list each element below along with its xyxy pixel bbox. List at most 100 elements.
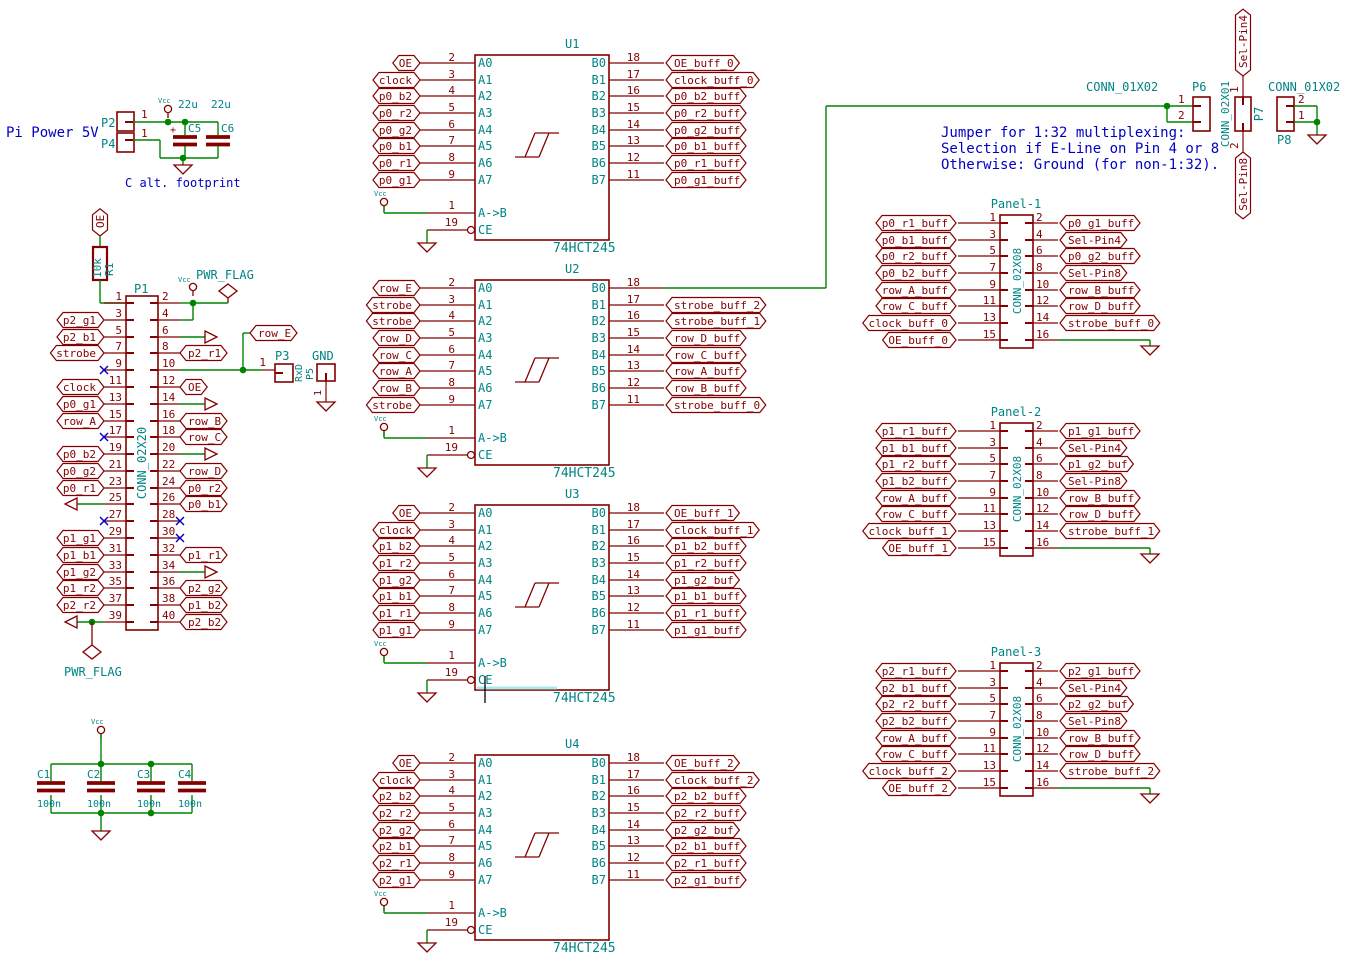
c5-ref: C5 [188, 122, 201, 135]
gnd-symbol [317, 402, 335, 411]
p3-value: RxD [294, 364, 305, 382]
pin-number: 11 [983, 742, 996, 755]
panel-right-label-text: p2_g2_buf [1068, 698, 1128, 711]
pin-name: A4 [478, 823, 492, 837]
pin-name: B4 [592, 823, 606, 837]
pin-number: 2 [1036, 419, 1043, 432]
note-pi-power: Pi Power 5V [6, 125, 99, 141]
panel-right-label-text: row_B_buff [1068, 284, 1134, 297]
pin-number: 14 [627, 818, 641, 831]
c6-ref: C6 [221, 122, 234, 135]
connector-p6[interactable] [1193, 97, 1210, 131]
c5-plus: + [170, 125, 176, 136]
pin-name: CE [478, 448, 492, 462]
pin-number: 11 [627, 868, 640, 881]
pin-number: 7 [989, 709, 996, 722]
ic-right-label-text: row_B_buff [674, 382, 740, 395]
pin-number: 1 [989, 211, 996, 224]
pin-name: A0 [478, 56, 492, 70]
vcc-text: Vcc [91, 718, 104, 726]
p3-ref: P3 [275, 349, 289, 363]
pin-number: 15 [627, 101, 640, 114]
pin-name: A3 [478, 806, 492, 820]
cap-ref: C2 [87, 768, 100, 781]
p1-pin-number: 34 [162, 559, 176, 572]
pin-number: 10 [1036, 486, 1049, 499]
p8-ref: P8 [1277, 133, 1291, 147]
panel-value: CONN_02X08 [1011, 456, 1024, 522]
pin-name: A2 [478, 789, 492, 803]
ic-left-label-text: p2_g2 [379, 824, 412, 837]
pin-number: 7 [989, 469, 996, 482]
pin-number: 13 [627, 834, 640, 847]
panel-left-label-text: p0_r1_buff [882, 217, 948, 230]
pin-number: 1 [989, 659, 996, 672]
p1-left-label-16-text: p1_g2 [63, 566, 96, 579]
p1-pin-number: 26 [162, 491, 175, 504]
pin-name: A0 [478, 506, 492, 520]
ic-right-label-text: p2_g2_buf [674, 824, 734, 837]
c5-value: 22u [178, 98, 198, 111]
pin-number: 18 [627, 751, 640, 764]
pin-number: 1 [448, 649, 455, 662]
p1-pin-number: 13 [109, 391, 122, 404]
gnd-pin-number: 1 [313, 390, 324, 396]
pin-name: B2 [592, 314, 606, 328]
p1-pin-number: 2 [162, 290, 169, 303]
pin-name: A1 [478, 298, 492, 312]
panel-left-label-text: p2_r2_buff [882, 698, 948, 711]
p1-pin-number: 24 [162, 475, 176, 488]
pin-number: 11 [627, 618, 640, 631]
pin-number: 5 [989, 692, 996, 705]
pin-number: 14 [1036, 759, 1050, 772]
ic-left-label-text: p1_g2 [379, 574, 412, 587]
pin-name: A6 [478, 856, 492, 870]
p1-pin-number: 14 [162, 391, 176, 404]
pin-number: 5 [448, 101, 455, 114]
vcc-symbol [97, 726, 104, 733]
empty-label-arrow [65, 616, 77, 628]
pin-number: 15 [627, 801, 640, 814]
p1-right-label-7-text: row_B [188, 415, 221, 428]
cap-value: 100n [37, 799, 61, 810]
pin-number: 3 [448, 518, 455, 531]
connector-p4[interactable] [117, 133, 134, 152]
pin-name: A->B [478, 906, 507, 920]
pin-name: B0 [592, 56, 606, 70]
pin-name: A7 [478, 623, 492, 637]
p1-pin-number: 10 [162, 357, 175, 370]
pin-number: 6 [448, 568, 455, 581]
pin-number: 1 [989, 419, 996, 432]
pin-number: 19 [445, 216, 458, 229]
connector-p8[interactable] [1277, 97, 1294, 131]
pin-number: 2 [448, 276, 455, 289]
p1-right-label-19-text: p2_b2 [188, 616, 221, 629]
pin-name: B6 [592, 381, 606, 395]
pin-name: B4 [592, 573, 606, 587]
pin-number: 3 [989, 676, 996, 689]
p8-value: CONN_01X02 [1268, 80, 1340, 94]
pin-name: A3 [478, 331, 492, 345]
p1-value: CONN_02X20 [135, 427, 149, 499]
inverted-pin-bubble [468, 452, 475, 459]
pin-number: 1 [448, 199, 455, 212]
pin-number: 7 [448, 134, 455, 147]
p1-ref: P1 [134, 282, 148, 296]
schematic-canvas[interactable]: Pi Power 5VC alt. footprintJumper for 1:… [0, 0, 1354, 969]
panel-right-label-text: row_D_buff [1068, 748, 1134, 761]
panel-value: CONN_02X08 [1011, 248, 1024, 314]
p3-pin-number: 1 [259, 356, 266, 369]
p1-left-label-14-text: p1_g1 [63, 532, 96, 545]
p1-pin-number: 28 [162, 508, 175, 521]
ic-left-label-text: p0_r1 [379, 157, 412, 170]
p1-pin-number: 16 [162, 408, 175, 421]
pin-number: 7 [448, 584, 455, 597]
pin-number: 15 [627, 326, 640, 339]
pin-number: 15 [983, 328, 996, 341]
panel-right-label-text: Sel-Pin8 [1068, 715, 1121, 728]
panel-right-label-text: row_D_buff [1068, 300, 1134, 313]
panel-left-label-text: clock_buff_1 [869, 525, 948, 538]
inverted-pin-bubble [468, 227, 475, 234]
p1-pin-number: 39 [109, 609, 122, 622]
pin-name: B7 [592, 623, 606, 637]
